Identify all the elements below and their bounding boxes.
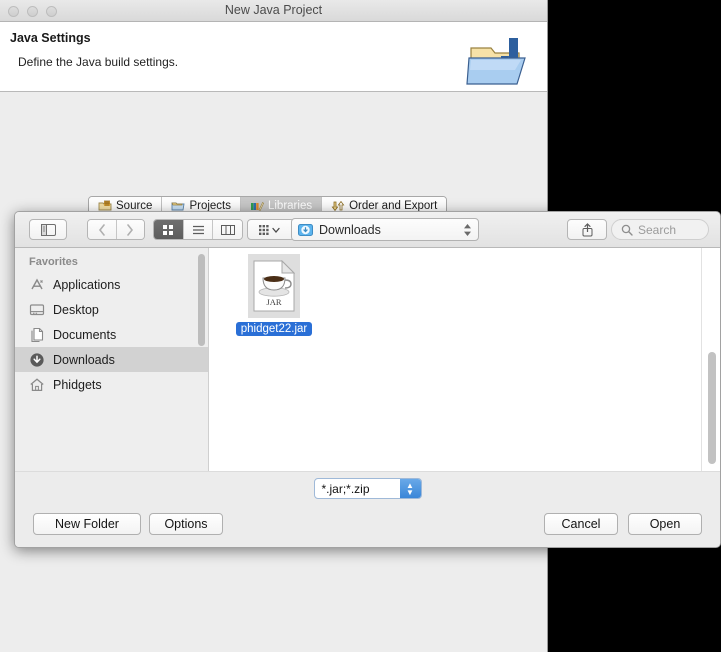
sidebar-item-downloads[interactable]: Downloads (15, 347, 208, 372)
file-area-divider (701, 248, 702, 471)
share-icon[interactable] (567, 219, 607, 240)
home-folder-icon (29, 377, 45, 393)
window-titlebar: New Java Project (0, 0, 547, 22)
file-dialog-body: Favorites Applications Desktop Documents… (15, 248, 720, 471)
sidebar-scrollbar[interactable] (198, 254, 205, 346)
sidebar-item-label: Downloads (53, 352, 115, 367)
sidebar-item-applications[interactable]: Applications (15, 272, 208, 297)
column-view-icon[interactable] (213, 220, 242, 239)
projects-folder-icon (171, 200, 185, 212)
svg-text:JAR: JAR (266, 297, 281, 307)
java-build-path-folder-icon (465, 34, 537, 90)
sidebar-item-desktop[interactable]: Desktop (15, 297, 208, 322)
favorites-section-title: Favorites (29, 256, 78, 268)
window-title: New Java Project (224, 3, 323, 17)
sidebar-item-phidgets[interactable]: Phidgets (15, 372, 208, 397)
location-label: Downloads (319, 222, 381, 237)
stepper-updown-icon[interactable] (463, 222, 472, 238)
file-dialog-toolbar: Downloads Search (15, 212, 720, 248)
list-view-icon[interactable] (183, 220, 214, 239)
icon-view-icon[interactable] (154, 220, 184, 239)
libraries-books-icon (250, 200, 264, 212)
applications-icon (29, 277, 45, 293)
sidebar-item-label: Applications (53, 277, 121, 292)
tab-order-and-export-label: Order and Export (349, 199, 438, 212)
screen: New Java Project Java Settings Define th… (0, 0, 721, 652)
open-button[interactable]: Open (628, 513, 702, 535)
sidebar-toggle-icon[interactable] (29, 219, 67, 240)
file-dialog-cancel-button[interactable]: Cancel (544, 513, 618, 535)
search-input[interactable]: Search (611, 219, 709, 240)
new-folder-button[interactable]: New Folder (33, 513, 141, 535)
sidebar-item-label: Documents (53, 327, 117, 342)
sidebar-item-label: Phidgets (53, 377, 102, 392)
desktop-icon (29, 302, 45, 318)
tab-projects-label: Projects (189, 199, 231, 212)
tab-libraries-label: Libraries (267, 199, 313, 212)
view-mode-buttons[interactable] (153, 219, 243, 240)
jar-file-icon: JAR (248, 254, 300, 318)
file-type-filter-row: *.jar;*.zip ▲ ▼ (15, 471, 720, 505)
navigation-buttons[interactable] (87, 219, 145, 240)
chevron-left-icon[interactable] (88, 220, 117, 239)
sidebar-item-label: Desktop (53, 302, 99, 317)
arrange-by-icon[interactable] (247, 219, 295, 240)
stepper-updown-icon[interactable]: ▲ ▼ (399, 479, 421, 498)
order-export-arrows-icon (331, 200, 345, 212)
file-list-scrollbar[interactable] (708, 352, 716, 464)
options-button[interactable]: Options (149, 513, 223, 535)
tab-source-label: Source (116, 199, 153, 212)
file-dialog-footer: New Folder Options Cancel Open (15, 505, 720, 547)
file-type-filter-popup[interactable]: *.jar;*.zip ▲ ▼ (313, 478, 422, 499)
file-browser-icon-view[interactable]: JAR phidget22.jar (209, 248, 720, 471)
wizard-header: Java Settings Define the Java build sett… (0, 22, 547, 92)
search-placeholder: Search (638, 222, 677, 237)
open-file-dialog: Downloads Search Favorites Applications … (14, 211, 721, 548)
sidebar-item-documents[interactable]: Documents (15, 322, 208, 347)
source-folder-icon (98, 200, 112, 212)
file-item-phidget22-jar[interactable]: JAR phidget22.jar (233, 254, 315, 336)
search-icon (621, 224, 633, 236)
chevron-right-icon[interactable] (116, 220, 144, 239)
downloads-folder-icon (298, 223, 313, 237)
file-item-label: phidget22.jar (235, 322, 313, 336)
downloads-icon (29, 352, 45, 368)
location-popup-button[interactable]: Downloads (291, 218, 479, 241)
file-type-filter-value: *.jar;*.zip (321, 481, 370, 496)
documents-icon (29, 327, 45, 343)
favorites-sidebar: Favorites Applications Desktop Documents… (15, 248, 209, 471)
